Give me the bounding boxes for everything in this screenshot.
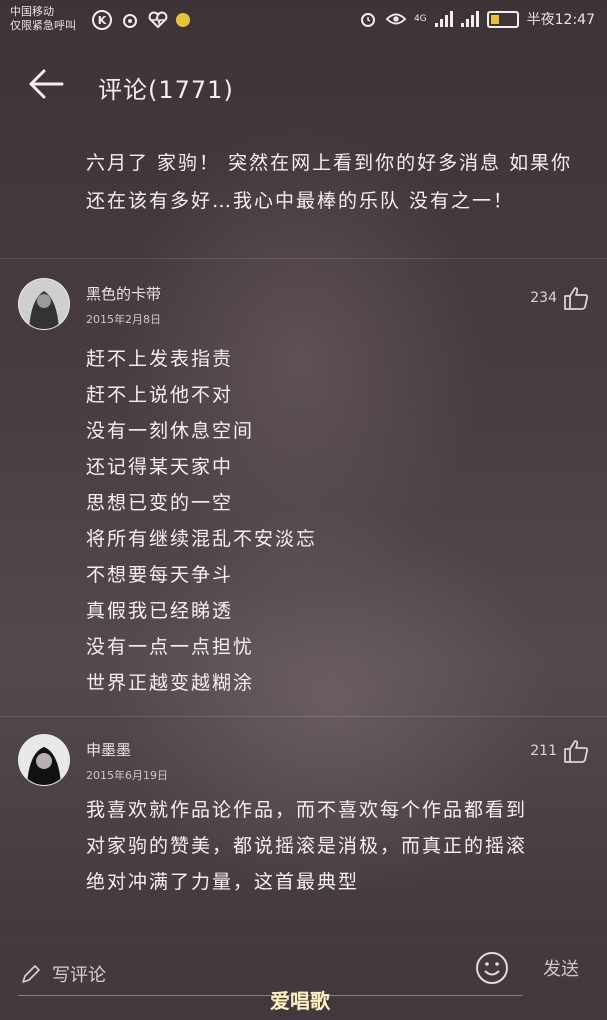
thumbs-up-icon — [564, 287, 589, 310]
like-count: 234 — [530, 290, 557, 306]
thumbs-up-icon — [564, 740, 589, 763]
weibo-icon — [120, 10, 140, 30]
like-button[interactable]: 211 — [530, 739, 589, 763]
comment-text: 六月了 家驹！ 突然在网上看到你的好多消息 如果你还在该有多好…我心中最棒的乐队… — [86, 152, 573, 212]
comment-line: 不想要每天争斗 — [86, 564, 234, 586]
comment-text: 我喜欢就作品论作品，而不喜欢每个作品都看到 对家驹的赞美，都说摇滚是消极，而真正… — [86, 792, 586, 900]
like-count: 211 — [530, 743, 557, 759]
system-icons: 4G 半夜12:47 — [358, 9, 595, 29]
comment-line: 赶不上发表指责 — [86, 348, 234, 370]
comment-lyrics: 赶不上发表指责 赶不上说他不对 没有一刻休息空间 还记得某天家中 思想已变的一空… — [86, 341, 586, 701]
send-button[interactable]: 发送 — [543, 955, 579, 981]
k-app-icon: K — [92, 10, 112, 30]
battery-icon — [486, 10, 519, 28]
comment-line: 世界正越变越糊涂 — [86, 672, 255, 694]
pencil-icon — [22, 965, 40, 983]
comment-line: 没有一刻休息空间 — [86, 420, 255, 442]
yellow-dot-icon — [176, 13, 190, 27]
carrier-name: 中国移动 — [10, 5, 54, 18]
status-bar: 中国移动 仅限紧急呼叫 K 4G 半夜12:47 — [0, 0, 607, 40]
comment-line: 绝对冲满了力量，这首最典型 — [86, 871, 360, 893]
comment-line: 没有一点一点担忧 — [86, 636, 255, 658]
comment-date: 2015年6月19日 — [86, 769, 168, 782]
user-avatar[interactable] — [18, 278, 70, 330]
eye-icon — [385, 9, 406, 29]
back-button[interactable] — [26, 64, 66, 104]
comment-line: 我喜欢就作品论作品，而不喜欢每个作品都看到 — [86, 799, 528, 821]
username[interactable]: 黑色的卡带 — [86, 283, 161, 304]
comment-line: 思想已变的一空 — [86, 492, 234, 514]
heartbeat-icon — [148, 10, 168, 30]
divider — [0, 258, 607, 259]
username[interactable]: 申墨墨 — [86, 739, 131, 760]
comment-line: 还记得某天家中 — [86, 456, 234, 478]
alarm-clock-icon — [358, 9, 378, 29]
comment-line: 对家驹的赞美，都说摇滚是消极，而真正的摇滚 — [86, 835, 528, 857]
comment-date: 2015年2月8日 — [86, 313, 161, 326]
clock-time: 半夜12:47 — [526, 12, 595, 28]
page-title: 评论(1771) — [98, 76, 234, 104]
comment-line: 将所有继续混乱不安淡忘 — [86, 528, 318, 550]
carrier-info: 中国移动 仅限紧急呼叫 — [10, 5, 76, 33]
watermark: 爱唱歌 — [270, 989, 330, 1013]
signal-strength-icon — [434, 11, 453, 27]
signal-strength-2-icon — [460, 11, 479, 27]
user-avatar[interactable] — [18, 734, 70, 786]
emergency-only-text: 仅限紧急呼叫 — [10, 19, 76, 32]
like-button[interactable]: 234 — [530, 286, 589, 310]
comment-input-placeholder: 写评论 — [52, 965, 106, 986]
divider — [0, 716, 607, 717]
emoji-icon[interactable] — [475, 951, 509, 985]
comment-line: 真假我已经睇透 — [86, 600, 234, 622]
notification-icons: K — [92, 10, 190, 30]
app-header: 评论(1771) — [0, 40, 607, 128]
comment-line: 赶不上说他不对 — [86, 384, 234, 406]
network-type-label: 4G — [413, 14, 427, 24]
back-arrow-icon — [29, 69, 64, 99]
comment-list[interactable]: 六月了 家驹！ 突然在网上看到你的好多消息 如果你还在该有多好…我心中最棒的乐队… — [0, 128, 607, 933]
